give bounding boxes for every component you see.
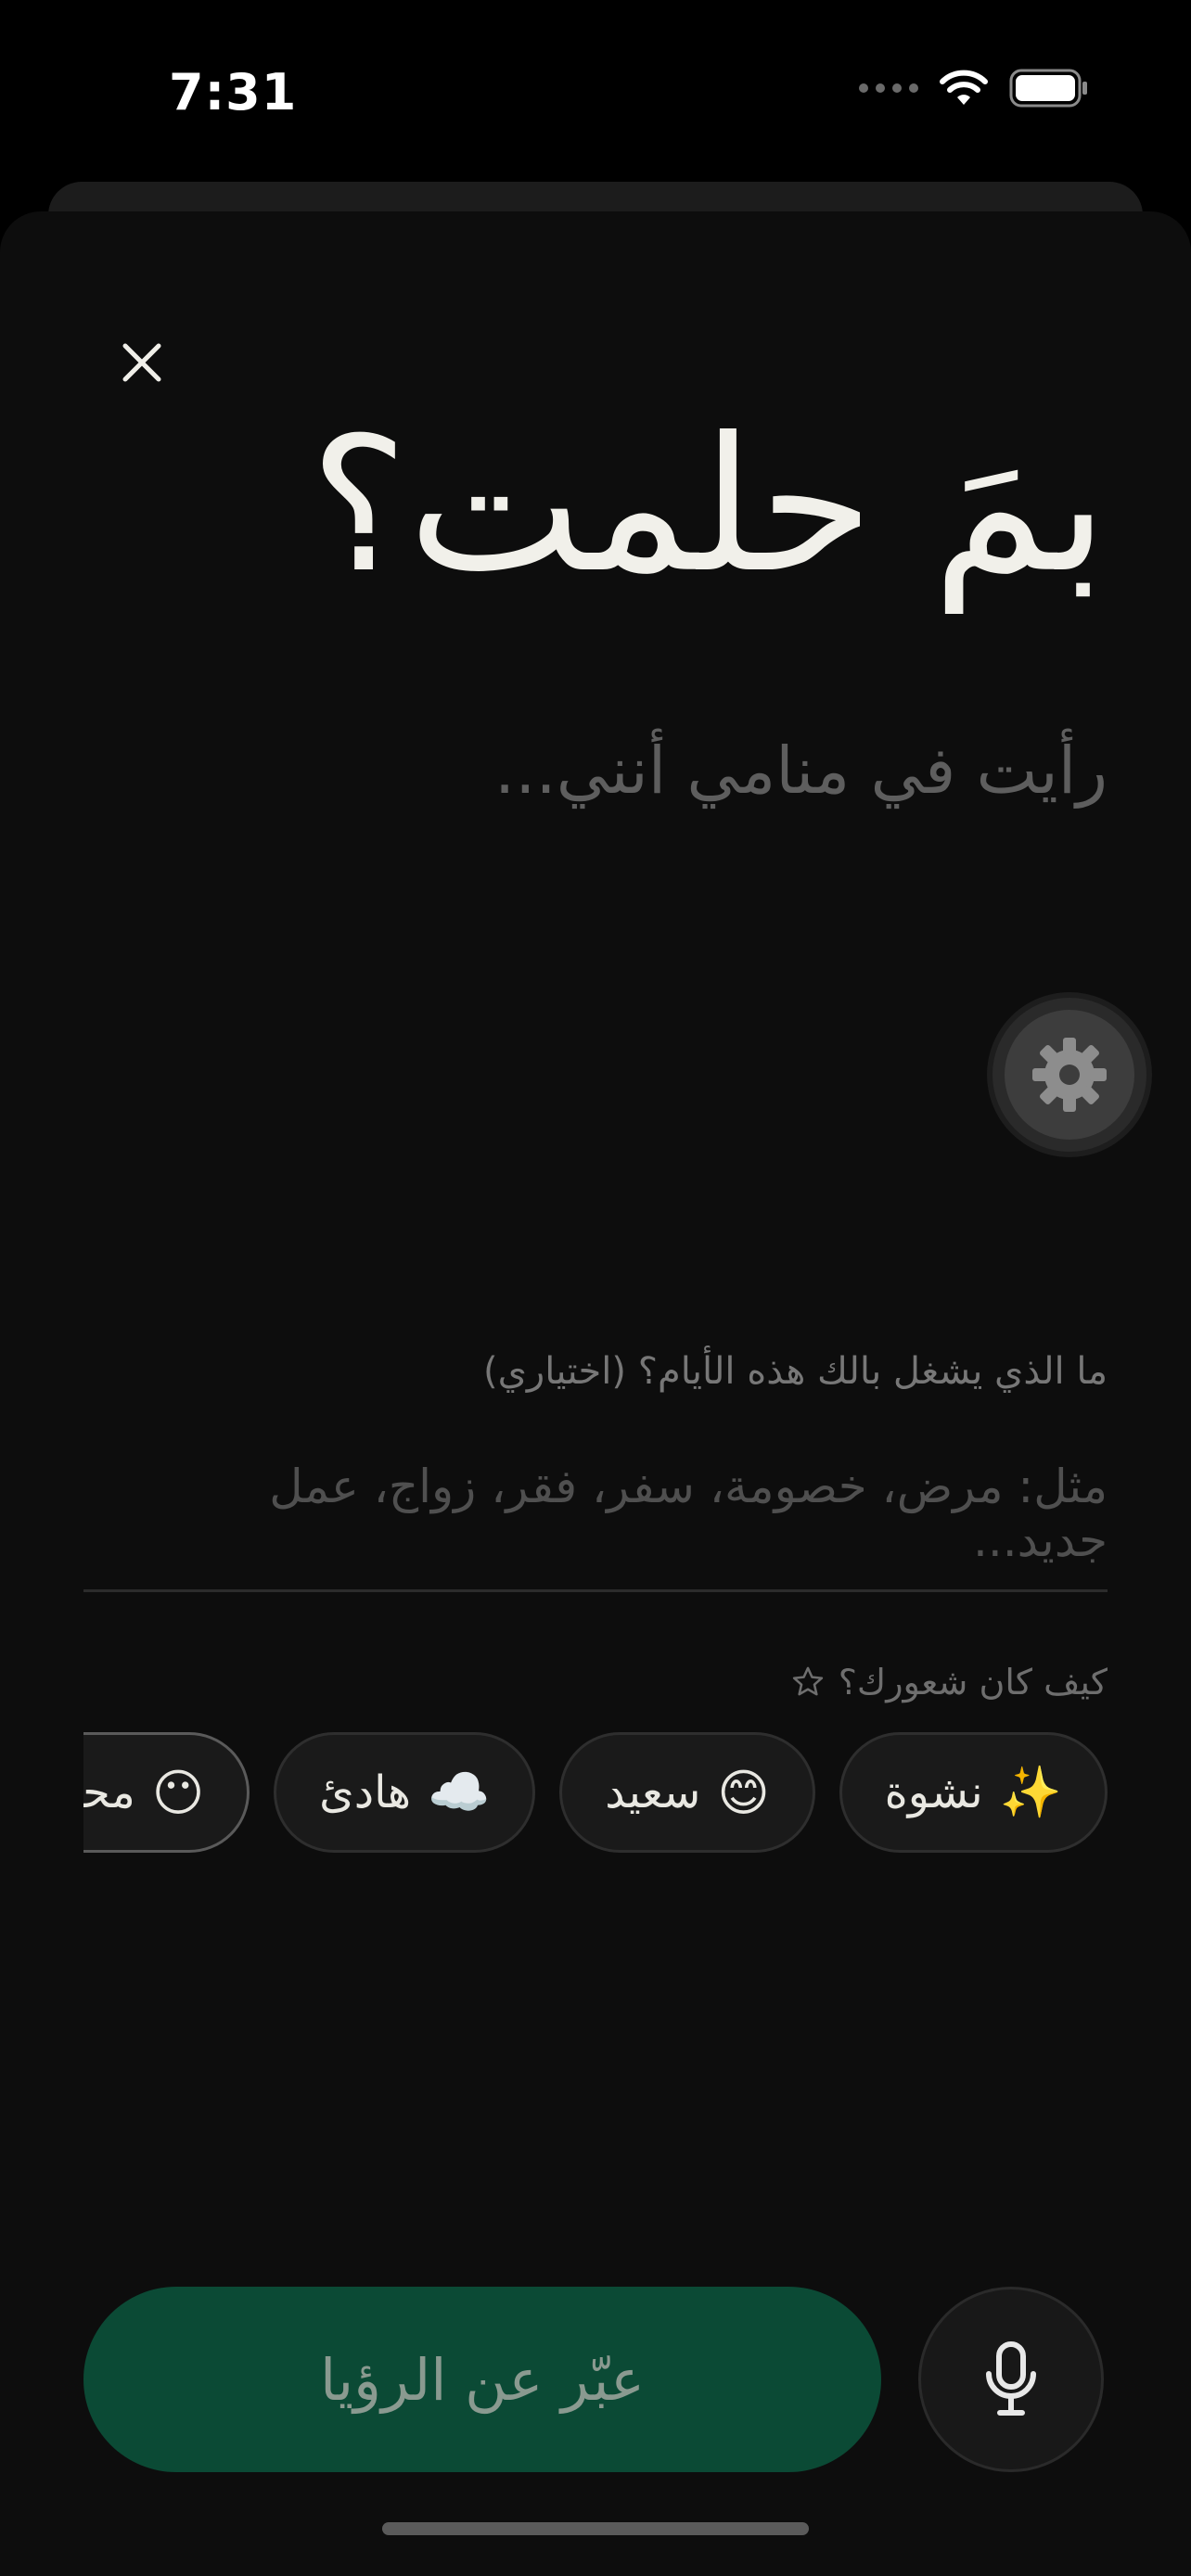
context-text-input[interactable]: مثل: مرض، خصومة، سفر، فقر، زواج، عمل جدي…: [134, 1460, 1108, 1567]
status-bar: 7:31: [0, 0, 1191, 185]
voice-input-button[interactable]: [918, 2287, 1104, 2472]
mood-label-text: كيف كان شعورك؟: [838, 1662, 1108, 1702]
home-indicator: [382, 2522, 809, 2535]
dream-text-input[interactable]: رأيت في منامي أنني...: [273, 733, 1108, 809]
status-time: 7:31: [169, 63, 298, 121]
cloud-icon: ☁️: [428, 1763, 491, 1821]
mic-icon: [986, 2341, 1036, 2416]
mood-label: كيف كان شعورك؟: [790, 1662, 1108, 1702]
smile-icon: 😊: [717, 1763, 770, 1822]
close-icon: [122, 343, 161, 382]
star-icon: [792, 1666, 823, 1696]
mood-chip-neutral[interactable]: 😶 محايد: [83, 1732, 250, 1853]
divider: [83, 1589, 1108, 1592]
gear-icon: [1032, 1038, 1107, 1112]
mood-chip-happy[interactable]: 😊 سعيد: [559, 1732, 815, 1853]
close-button[interactable]: [109, 330, 174, 395]
page-title: بمَ حلمت؟: [309, 398, 1108, 614]
context-label: ما الذي يشغل بالك هذه الأيام؟ (اختياري): [483, 1350, 1108, 1393]
mood-chip-label: نشوة: [884, 1766, 983, 1818]
status-icons: [859, 69, 1089, 108]
mood-chip-ecstasy[interactable]: ✨ نشوة: [839, 1732, 1108, 1853]
settings-button[interactable]: [992, 998, 1146, 1152]
mood-chip-label: محايد: [83, 1766, 135, 1818]
wifi-icon: [940, 70, 988, 105]
mood-chip-label: سعيد: [605, 1766, 701, 1818]
cellular-signal-icon: [859, 83, 918, 93]
battery-icon: [1009, 69, 1087, 108]
mood-chip-label: هادئ: [319, 1766, 412, 1818]
sparkles-icon: ✨: [999, 1763, 1062, 1821]
new-dream-sheet: بمَ حلمت؟ رأيت في منامي أنني... ما الذي …: [0, 211, 1191, 2576]
mood-chip-list[interactable]: ✨ نشوة 😊 سعيد ☁️ هادئ 😶 محايد: [83, 1732, 1108, 1862]
mood-chip-calm[interactable]: ☁️ هادئ: [274, 1732, 536, 1853]
neutral-face-icon: 😶: [151, 1763, 205, 1822]
interpret-dream-button[interactable]: عبّر عن الرؤيا: [83, 2287, 881, 2472]
